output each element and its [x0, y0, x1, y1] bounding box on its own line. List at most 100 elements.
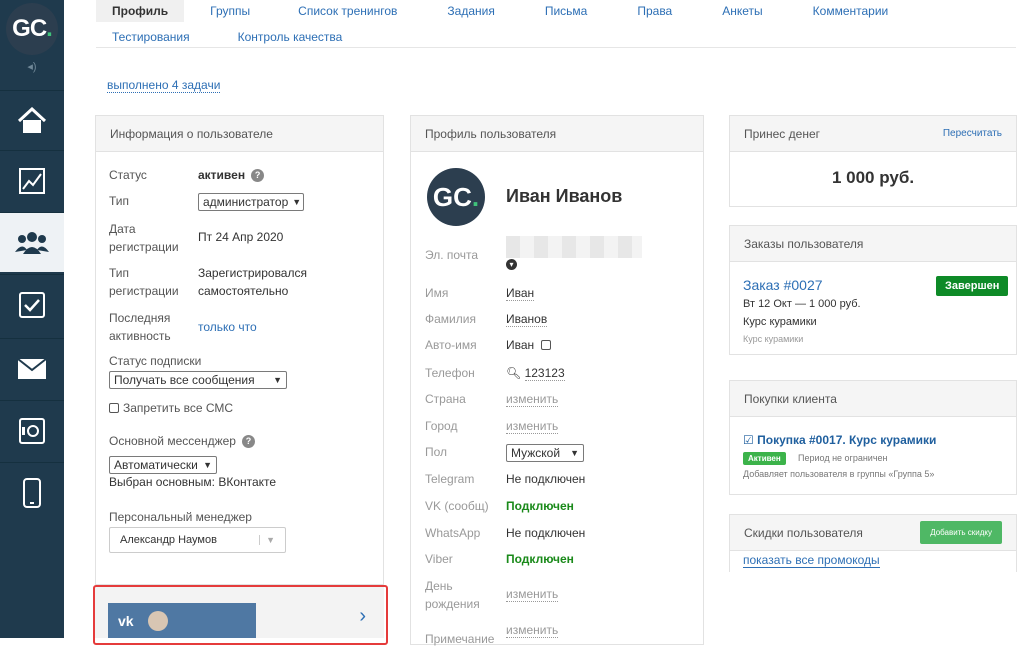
logo-text: GC [12, 15, 47, 42]
user-profile-panel: Профиль пользователя GC. Иван Иванов Эл.… [410, 115, 704, 646]
city-edit-link[interactable]: изменить [506, 419, 559, 434]
birthday-edit-link[interactable]: изменить [506, 587, 559, 602]
profile-header: Профиль пользователя [411, 116, 703, 152]
nav-mobile[interactable] [0, 462, 64, 522]
avatar: GC. [427, 168, 485, 226]
last-activity-label-2: активность [109, 329, 171, 343]
orders-header: Заказы пользователя [730, 226, 1016, 262]
tab-testing[interactable]: Тестирования [112, 30, 190, 44]
sms-checkbox[interactable]: Запретить все СМС [109, 401, 233, 415]
first-name-label: Имя [425, 286, 449, 300]
chevron-down-icon[interactable]: ▾ [506, 259, 517, 270]
viber-label: Viber [425, 552, 453, 566]
mail-icon [17, 357, 47, 379]
sidebar: GC. ◂) [0, 0, 64, 638]
viber-status: Подключен [506, 552, 574, 566]
city-label: Город [425, 419, 458, 433]
reg-date-label-2: регистрации [109, 240, 179, 254]
reg-type-label-2: регистрации [109, 284, 179, 298]
purchase-link[interactable]: ☑ Покупка #0017. Курс курамики [743, 433, 936, 447]
tabs-divider [96, 47, 1016, 48]
messenger-select[interactable]: Автоматически ▼ [109, 456, 217, 474]
money-header: Принес денег Пересчитать [730, 116, 1016, 152]
country-edit-link[interactable]: изменить [506, 392, 559, 407]
status-label: Статус [109, 168, 147, 182]
purchases-title: Покупки клиента [744, 391, 837, 406]
tab-forms[interactable]: Анкеты [722, 4, 762, 18]
tab-tasks[interactable]: Задания [447, 4, 494, 18]
discounts-panel: Скидки пользователя Добавить скидку пока… [729, 514, 1017, 572]
help-icon[interactable]: ? [241, 435, 255, 448]
last-name-label: Фамилия [425, 312, 476, 326]
note-label: Примечание [425, 632, 495, 646]
status-value: активен? [198, 168, 265, 182]
reg-date-label: Дата [109, 222, 136, 236]
purchase-period: Период не ограничен [798, 453, 888, 463]
search-icon[interactable]: 🔍︎ [506, 366, 521, 380]
nav-safe[interactable] [0, 400, 64, 460]
tab-quality[interactable]: Контроль качества [238, 30, 343, 44]
last-name-value[interactable]: Иванов [506, 312, 548, 327]
money-title: Принес денег [744, 126, 820, 141]
user-name: Иван Иванов [506, 186, 623, 206]
orders-panel: Заказы пользователя Заказ #0027 Завершен… [729, 225, 1017, 355]
add-discount-button[interactable]: Добавить скидку [920, 521, 1002, 544]
user-info-title: Информация о пользователе [110, 126, 273, 141]
subscription-label: Статус подписки [109, 354, 202, 368]
autoname-label: Авто-имя [425, 338, 477, 352]
tasks-done-link[interactable]: выполнено 4 задачи [107, 78, 221, 93]
type-label: Тип [109, 194, 130, 208]
discounts-header: Скидки пользователя Добавить скидку [730, 515, 1016, 551]
email-value-redacted [506, 236, 642, 258]
whatsapp-label: WhatsApp [425, 526, 481, 540]
autoname-value[interactable]: Иван [506, 338, 555, 352]
nav-users[interactable] [0, 212, 64, 272]
chevron-down-icon: ▼ [292, 197, 302, 207]
note-edit-link[interactable]: изменить [506, 623, 559, 638]
order-date-price: Вт 12 Окт — 1 000 руб. [743, 298, 861, 310]
first-name-value[interactable]: Иван [506, 286, 535, 301]
user-info-panel: Информация о пользователе Статус активен… [95, 115, 384, 585]
tab-rights[interactable]: Права [637, 4, 672, 18]
logo[interactable]: GC. [0, 0, 64, 58]
reg-date-value: Пт 24 Апр 2020 [198, 230, 284, 244]
tab-comments[interactable]: Комментарии [813, 4, 889, 18]
recalc-link[interactable]: Пересчитать [943, 128, 1002, 139]
gender-select[interactable]: Мужской ▼ [506, 444, 584, 462]
order-link[interactable]: Заказ #0027 [743, 277, 823, 293]
checkbox[interactable] [109, 403, 119, 413]
logo-dot: . [46, 15, 53, 42]
chevron-down-icon: ▼ [570, 448, 579, 458]
discounts-title: Скидки пользователя [744, 525, 863, 540]
tab-letters[interactable]: Письма [545, 4, 588, 18]
orders-title: Заказы пользователя [744, 236, 864, 251]
phone-label: Телефон [425, 366, 475, 380]
phone-value[interactable]: 🔍︎ 123123 [506, 366, 565, 381]
safe-icon [19, 417, 45, 444]
show-promocodes-link[interactable]: показать все промокоды [743, 553, 880, 568]
manager-select[interactable]: Александр Наумов ▼ [109, 527, 286, 553]
nav-home[interactable] [0, 90, 64, 150]
vk-status: Подключен [506, 499, 574, 513]
speaker-icon[interactable]: ◂) [0, 60, 64, 76]
tab-groups[interactable]: Группы [210, 4, 250, 18]
nav-tasks[interactable] [0, 274, 64, 334]
tab-profile[interactable]: Профиль [96, 0, 185, 22]
purchase-note: Добавляет пользователя в группы «Группа … [743, 469, 935, 479]
checkbox[interactable] [540, 340, 551, 350]
telegram-label: Telegram [425, 472, 475, 486]
telegram-status: Не подключен [506, 472, 586, 486]
nav-mail[interactable] [0, 338, 64, 398]
purchases-panel: Покупки клиента ☑ Покупка #0017. Курс ку… [729, 380, 1017, 495]
last-activity-value[interactable]: только что [198, 320, 257, 334]
tab-trainings[interactable]: Список тренингов [298, 4, 397, 18]
help-icon[interactable]: ? [251, 169, 265, 182]
type-select[interactable]: администратор ▼ [198, 193, 304, 211]
profile-title: Профиль пользователя [425, 126, 557, 141]
home-icon [17, 106, 47, 133]
manager-label: Персональный менеджер [109, 510, 252, 524]
messenger-chosen: Выбран основным: ВКонтакте [109, 475, 277, 489]
subscription-select[interactable]: Получать все сообщения ▼ [109, 371, 287, 389]
nav-chart[interactable] [0, 150, 64, 210]
highlight-frame [93, 585, 388, 645]
